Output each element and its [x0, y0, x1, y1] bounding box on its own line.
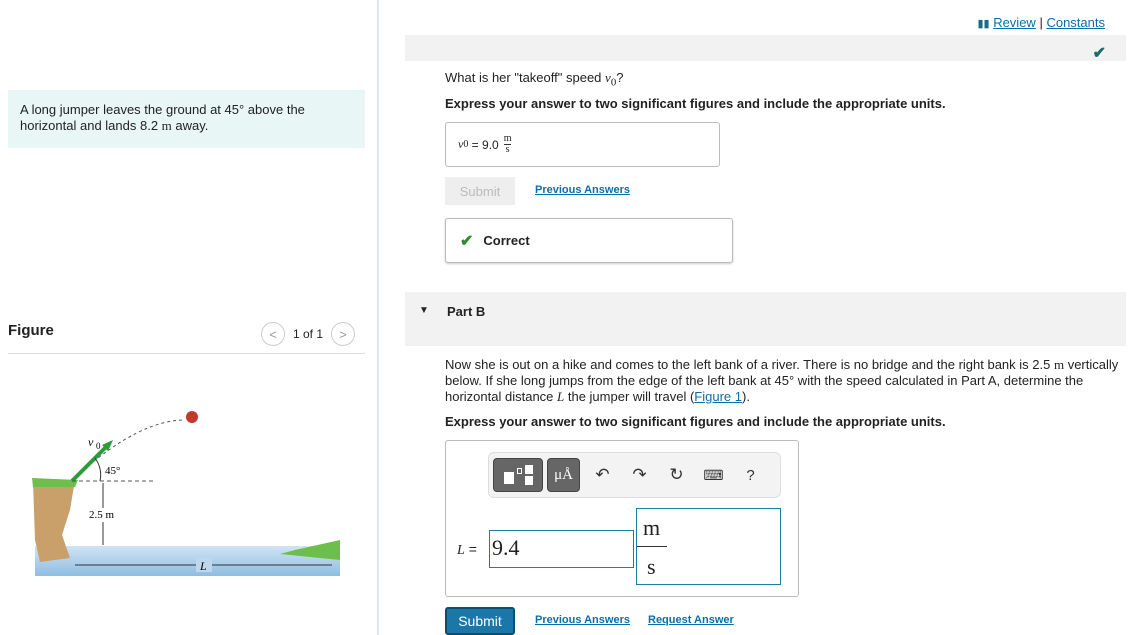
text: ). [742, 389, 750, 404]
unit: m [1053, 357, 1065, 372]
correct-feedback: ✔ Correct [445, 218, 733, 263]
fraction-bar [637, 546, 667, 547]
answer-value: 9.0 [482, 137, 499, 152]
collapse-triangle-icon[interactable]: ▼ [419, 305, 429, 316]
text: Now she is out on a hike and comes to th… [445, 357, 1054, 372]
templates-button[interactable] [493, 458, 543, 492]
problem-statement: A long jumper leaves the ground at 45° a… [8, 90, 365, 148]
constants-link[interactable]: Constants [1046, 15, 1105, 30]
book-icon: ▮▮ [977, 18, 990, 30]
units-button[interactable]: μÅ [547, 458, 580, 492]
v0-label: v [88, 435, 94, 449]
problem-text: away. [171, 118, 209, 133]
prev-figure-button[interactable]: < [261, 322, 285, 346]
top-links: ▮▮ Review | Constants [977, 15, 1105, 30]
part-b-submit-button[interactable]: Submit [445, 607, 515, 635]
part-a-previous-answers[interactable]: Previous Answers [535, 184, 630, 196]
eq: = [468, 137, 483, 152]
panel-divider[interactable] [377, 0, 379, 635]
part-b-previous-answers[interactable]: Previous Answers [535, 614, 630, 626]
separator: | [1039, 15, 1043, 30]
undo-icon[interactable]: ↶ [584, 465, 621, 485]
part-a-answer: v0 = 9.0 ms [445, 122, 720, 167]
figure-heading: Figure [8, 322, 54, 339]
reset-icon[interactable]: ↻ [658, 465, 695, 485]
part-b-text: Now she is out on a hike and comes to th… [445, 357, 1130, 405]
L-equals-label: L = [457, 541, 477, 559]
request-answer-link[interactable]: Request Answer [648, 614, 734, 626]
eq: = [468, 541, 477, 557]
jumper [186, 411, 198, 423]
part-b-instruction: Express your answer to two significant f… [445, 414, 946, 429]
part-a-instruction: Express your answer to two significant f… [445, 96, 946, 111]
height-label: 2.5 m [89, 509, 115, 521]
redo-icon[interactable]: ↷ [621, 465, 658, 485]
page-count: 1 of 1 [293, 327, 324, 341]
review-link[interactable]: Review [993, 15, 1036, 30]
check-icon: ✔ [460, 232, 474, 250]
unit: m [161, 118, 172, 133]
part-a-question: What is her "takeoff" speed v0? [445, 70, 623, 89]
L-label: L [199, 559, 207, 573]
angle-arc [94, 457, 102, 482]
L-value-input[interactable]: 9.4 [489, 530, 634, 568]
figure-divider [8, 353, 365, 354]
next-figure-button[interactable]: > [331, 322, 356, 346]
keyboard-icon[interactable]: ⌨ [695, 467, 732, 484]
unit-den: s [505, 144, 510, 155]
unit-num: m [643, 515, 661, 540]
part-b-header[interactable]: ▼ Part B [405, 292, 1126, 346]
problem-text: A long jumper leaves the ground at 45 [20, 102, 239, 117]
unit-den: s [647, 554, 656, 579]
figure-pager: < 1 of 1 > [261, 322, 356, 346]
lhs: L [457, 543, 465, 558]
part-a-header[interactable]: ✔ [405, 35, 1126, 62]
check-icon: ✔ [1092, 45, 1106, 62]
math-toolbar: μÅ ↶ ↷ ↻ ⌨ ? [488, 452, 781, 498]
question-text: What is her "takeoff" speed [445, 70, 606, 85]
help-button[interactable]: ? [732, 467, 769, 484]
text: the jumper will travel ( [564, 389, 695, 404]
feedback-text: Correct [483, 233, 530, 248]
figure-link[interactable]: Figure 1 [694, 389, 742, 404]
part-b-title: Part B [447, 304, 486, 319]
angle-label: 45° [105, 465, 120, 477]
long-jump-figure: v 0 45° 2.5 m L [32, 411, 340, 576]
unit-fraction: ms [503, 134, 512, 155]
part-a-submit-button[interactable]: Submit [445, 177, 515, 205]
v0-sub: 0 [96, 441, 101, 451]
units-input[interactable]: m s [636, 508, 781, 585]
q-end: ? [616, 70, 624, 85]
